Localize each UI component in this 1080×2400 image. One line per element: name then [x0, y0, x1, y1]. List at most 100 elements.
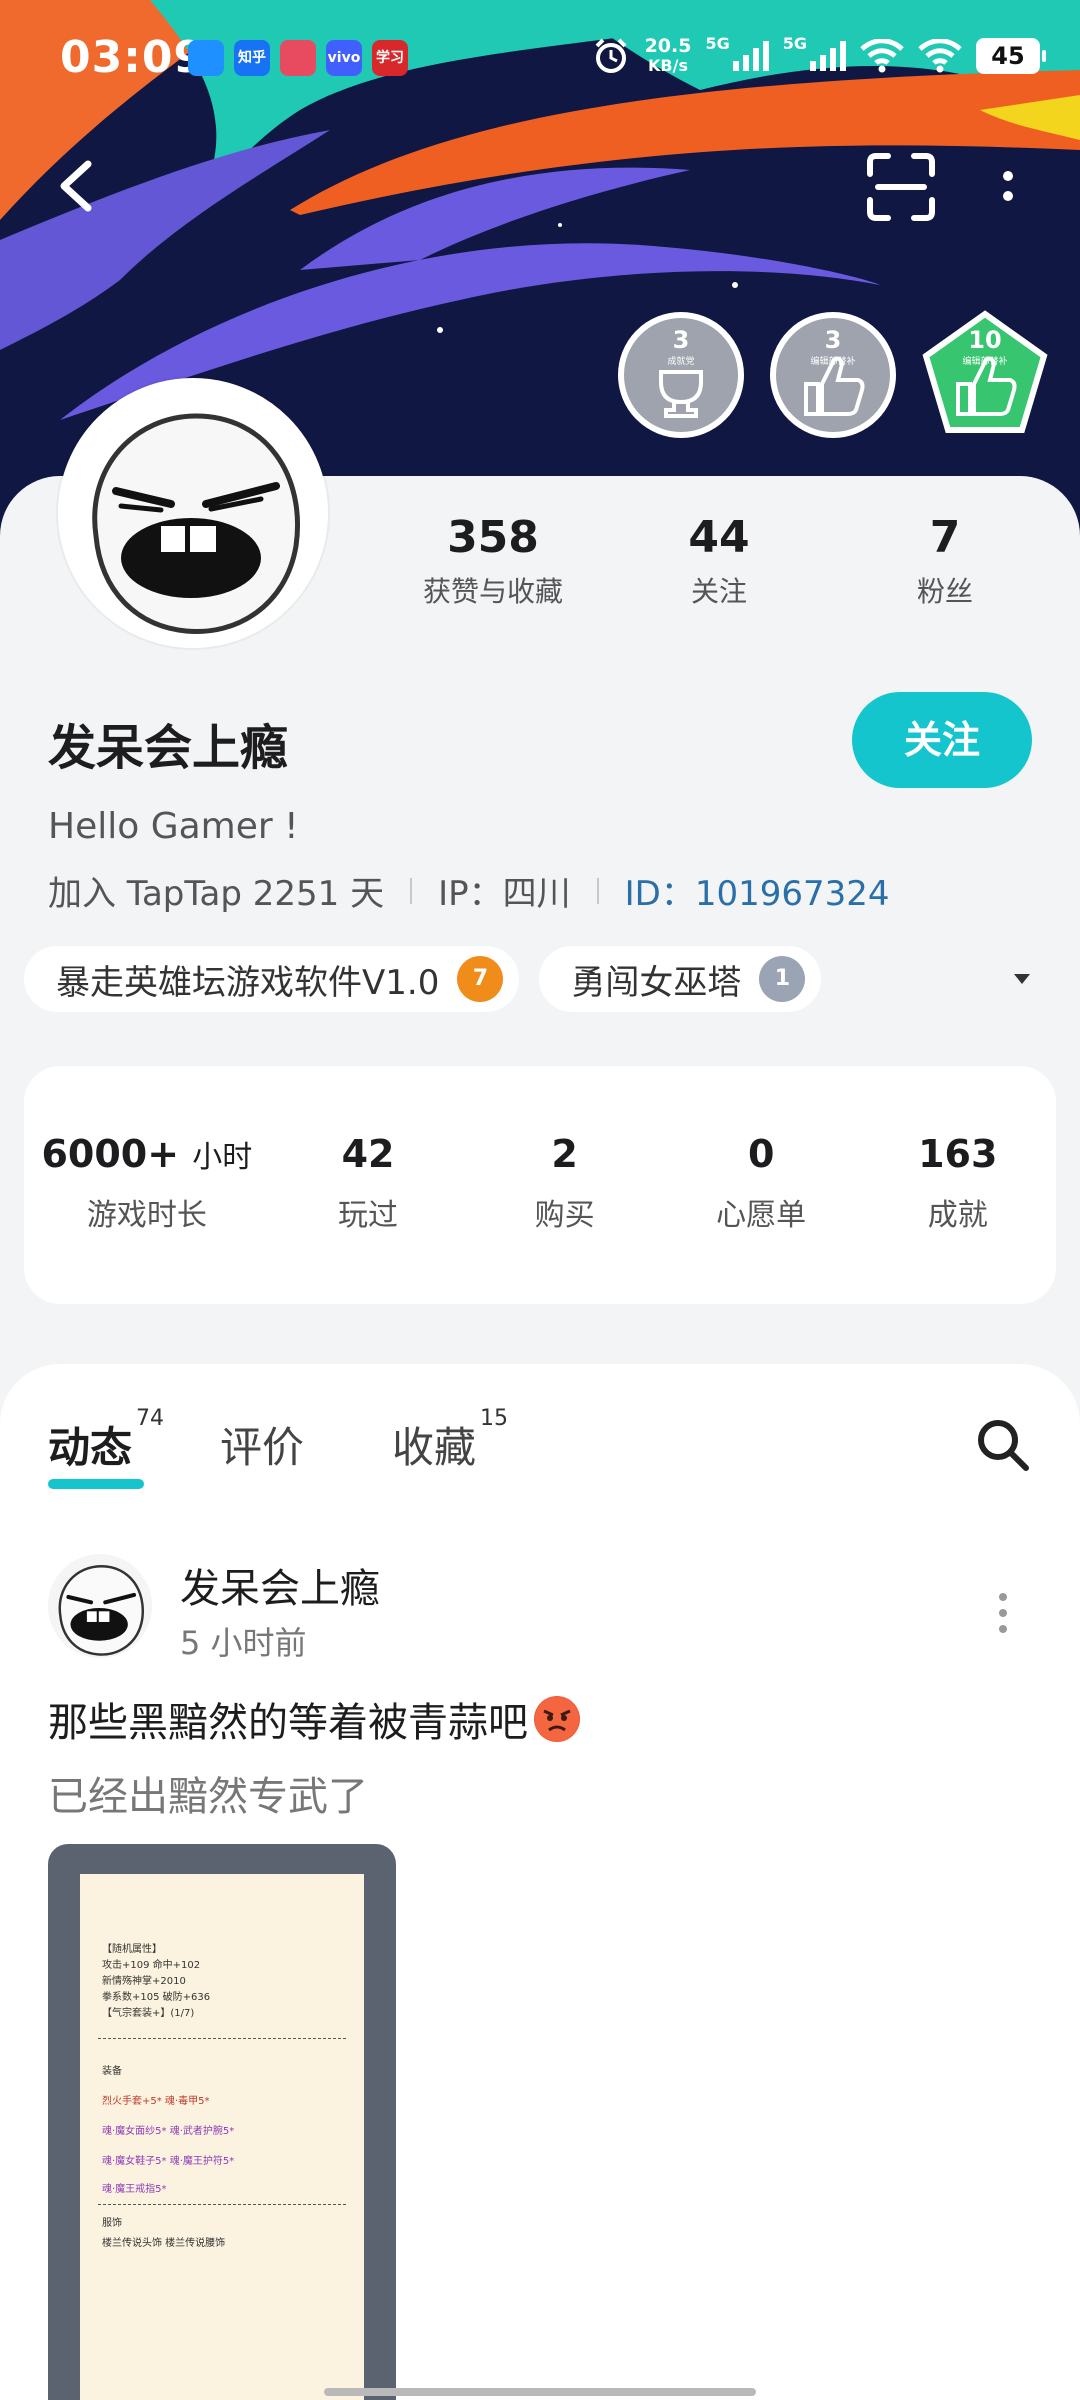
more-options-button[interactable] — [990, 156, 1026, 220]
achievement-badge[interactable]: 3 编辑部替补 — [768, 310, 898, 440]
meta-divider — [410, 877, 413, 904]
wifi-icon-2 — [918, 39, 962, 73]
game-stat-unit: 小时 — [192, 1140, 253, 1175]
stat-value: 358 — [447, 512, 539, 563]
signal-strength-2: 5G — [783, 34, 846, 71]
game-stat-value: 2 — [466, 1132, 663, 1176]
stat-value: 7 — [929, 512, 961, 563]
status-right-group: 20.5 KB/s 5G 5G 45 — [591, 34, 1046, 76]
game-stat-value: 0 — [663, 1132, 860, 1176]
stat-label: 获赞与收藏 — [422, 575, 563, 608]
profile-stat[interactable]: 7 粉丝 — [832, 510, 1058, 610]
wifi-icon — [860, 39, 904, 73]
post-subtitle: 已经出黯然专武了 — [48, 1774, 368, 1820]
badge-count: 3 — [672, 326, 690, 354]
image-text-line: 攻击+109 命中+102 — [102, 1960, 201, 1971]
tab-count: 15 — [480, 1406, 509, 1431]
image-text-line: 新情殇神掌+2010 — [102, 1976, 186, 1987]
play-level-badge-icon: 7 — [457, 956, 504, 1002]
badge-label: 编辑部替补 — [810, 357, 856, 367]
post-more-button[interactable] — [996, 1590, 1010, 1636]
game-stat[interactable]: 163 成就 — [859, 1066, 1056, 1304]
search-button[interactable] — [976, 1418, 1030, 1472]
qq-icon — [188, 40, 224, 76]
game-tag[interactable]: 暴走英雄坛游戏软件V1.0 7 — [24, 946, 520, 1012]
back-button[interactable] — [48, 150, 104, 222]
vertical-dots-icon — [1003, 171, 1013, 201]
image-text-line: 魂·魔王戒指5* — [102, 2184, 167, 2195]
active-tab-indicator — [48, 1479, 144, 1489]
tab-label: 收藏 — [392, 1423, 477, 1472]
tab-posts[interactable]: 动态 74 — [48, 1406, 164, 1489]
user-avatar[interactable] — [58, 378, 328, 648]
badge-count: 3 — [824, 326, 842, 354]
post-timestamp: 5 小时前 — [180, 1624, 307, 1662]
game-stat-number: 0 — [747, 1132, 775, 1176]
game-stat-value: 6000+ 小时 — [24, 1132, 270, 1176]
game-tags: 暴走英雄坛游戏软件V1.0 7 勇闯女巫塔 1 — [24, 946, 822, 1012]
post-title-text: 那些黑黯然的等着被青蒜吧 — [48, 1700, 528, 1746]
game-stat-number: 163 — [918, 1132, 998, 1176]
stat-value: 44 — [688, 512, 750, 563]
play-level-value: 7 — [472, 966, 488, 991]
badge-label: 成就党 — [667, 357, 695, 367]
game-stat-label: 成就 — [927, 1198, 988, 1233]
game-stat[interactable]: 2 购买 — [466, 1066, 663, 1304]
profile-stats: 358 获赞与收藏 44 关注 7 粉丝 — [380, 510, 1060, 610]
zhihu-icon: 知乎 — [234, 40, 270, 76]
battery-indicator: 45 — [976, 38, 1046, 74]
scan-button[interactable] — [866, 152, 936, 222]
divider — [98, 2038, 346, 2039]
game-stat-label: 玩过 — [338, 1198, 398, 1233]
vertical-dots-icon — [999, 1593, 1007, 1633]
tab-label: 评价 — [220, 1423, 305, 1472]
chevron-left-icon — [60, 160, 92, 212]
game-stat-value: 163 — [859, 1132, 1056, 1176]
divider — [98, 2204, 346, 2205]
join-days: 加入 TapTap 2251 天 — [48, 874, 385, 914]
game-stat-number: 6000+ — [41, 1132, 180, 1176]
signal1-label: 5G — [705, 34, 730, 53]
follow-button[interactable]: 关注 — [852, 692, 1032, 788]
game-stat-label: 游戏时长 — [86, 1198, 207, 1233]
game-stat[interactable]: 42 玩过 — [270, 1066, 467, 1304]
image-text-line: 【随机属性】 — [102, 1944, 162, 1955]
post-title[interactable]: 那些黑黯然的等着被青蒜吧 — [48, 1690, 580, 1748]
achievement-badges: 3 成就党 3 编辑部替补 10 编辑部替补 — [616, 310, 1050, 440]
profile-stat[interactable]: 44 关注 — [606, 510, 832, 610]
search-icon — [978, 1420, 1029, 1471]
post-author-name[interactable]: 发呆会上瘾 — [180, 1556, 380, 1614]
signal2-label: 5G — [782, 34, 807, 53]
status-time: 03:09 — [60, 32, 206, 83]
avatar-face-image — [66, 386, 320, 640]
game-stat[interactable]: 6000+ 小时游戏时长 — [24, 1066, 270, 1304]
game-stat-number: 42 — [341, 1132, 395, 1176]
tab-reviews[interactable]: 评价 — [220, 1414, 304, 1475]
user-id[interactable]: ID：101967324 — [625, 866, 890, 915]
achievement-badge[interactable]: 10 编辑部替补 — [920, 310, 1050, 440]
xuexi-icon: 学习 — [372, 40, 408, 76]
map-pin-app-icon — [280, 40, 316, 76]
image-text-line: 楼兰传说头饰 楼兰传说腰饰 — [102, 2238, 226, 2249]
status-bar: 03:09 知乎 vivo 学习 20.5 KB/s 5G 5G 45 — [0, 0, 1080, 120]
home-indicator[interactable] — [324, 2388, 756, 2396]
game-stat-value: 42 — [270, 1132, 467, 1176]
signal-bars-icon — [732, 41, 769, 71]
image-text-line: 【气宗套装+】(1/7) — [102, 2008, 195, 2019]
game-tag[interactable]: 勇闯女巫塔 1 — [539, 946, 822, 1012]
image-text-line: 装备 — [102, 2066, 122, 2077]
achievement-badge[interactable]: 3 成就党 — [616, 310, 746, 440]
stat-label: 粉丝 — [916, 575, 973, 608]
tab-favorites[interactable]: 收藏 15 — [392, 1406, 508, 1475]
post-author-avatar[interactable] — [48, 1554, 152, 1658]
screenshot-paper: 【随机属性】 攻击+109 命中+102 新情殇神掌+2010 拳系数+105 破防+… — [80, 1874, 364, 2400]
notification-app-icons: 知乎 vivo 学习 — [188, 40, 408, 76]
post-image[interactable]: 【随机属性】 攻击+109 命中+102 新情殇神掌+2010 拳系数+105 破防+… — [48, 1844, 396, 2400]
net-speed-unit: KB/s — [648, 56, 688, 75]
feed-section: 动态 74 评价 收藏 15 发呆会上瘾 5 小时前 那些黑黯然的等着被青蒜吧 已经出黯… — [0, 1364, 1080, 2400]
expand-tags-button[interactable] — [1010, 970, 1034, 988]
game-stat[interactable]: 0 心愿单 — [663, 1066, 860, 1304]
tab-label: 动态 — [48, 1423, 133, 1472]
caret-down-icon — [1014, 974, 1030, 984]
profile-stat[interactable]: 358 获赞与收藏 — [380, 510, 606, 610]
